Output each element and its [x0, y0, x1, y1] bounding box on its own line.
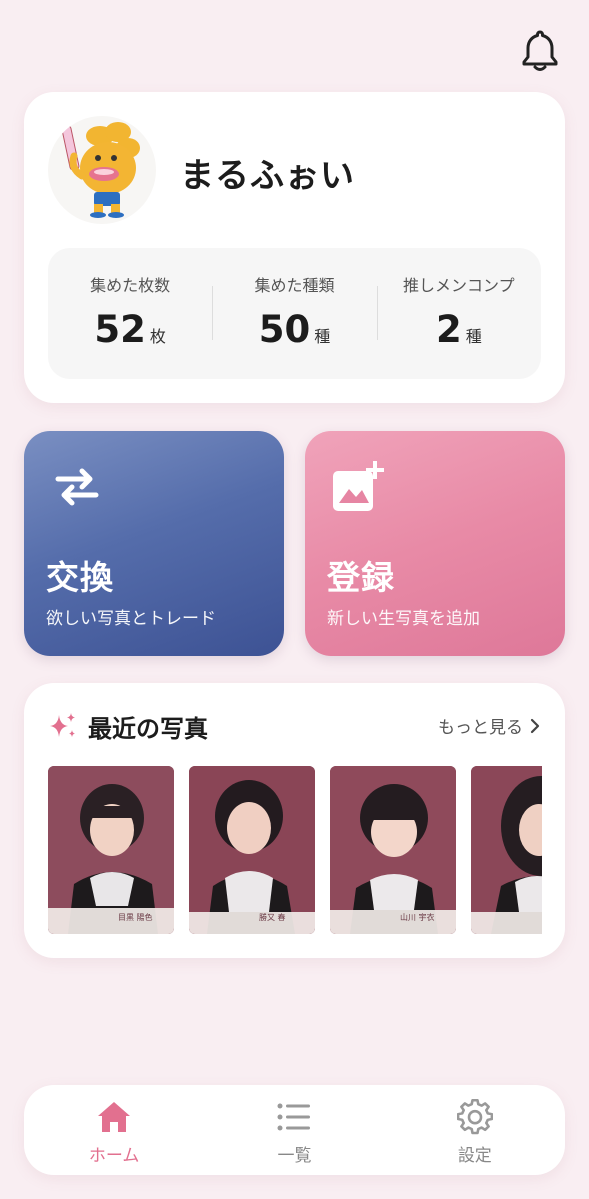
tab-label: ホーム	[88, 1146, 140, 1166]
see-more-label: もっと見る	[438, 718, 523, 738]
recent-header: 最近の写真 もっと見る	[48, 709, 541, 745]
stat-collected-count: 集めた枚数 52 枚	[48, 248, 212, 379]
bell-icon	[522, 30, 558, 71]
recent-photos-strip[interactable]: 目黒 陽色 勝又 春 山川 宇衣	[48, 766, 542, 936]
stat-unit: 種	[314, 327, 331, 346]
register-subtitle: 新しい生写真を追加	[327, 609, 480, 629]
tab-label: 設定	[457, 1146, 492, 1166]
sparkle-icon	[50, 713, 75, 737]
see-more-link[interactable]: もっと見る	[438, 713, 541, 738]
register-button[interactable]: 登録 新しい生写真を追加	[305, 431, 565, 656]
recent-title: 最近の写真	[88, 715, 208, 743]
photo-card[interactable]	[471, 766, 542, 934]
register-title: 登録	[327, 558, 395, 597]
home-icon	[98, 1102, 131, 1132]
list-icon	[277, 1103, 311, 1131]
add-photo-icon	[333, 461, 384, 511]
trade-button[interactable]: 交換 欲しい写真とトレード	[24, 431, 284, 656]
mascot-avatar[interactable]	[48, 116, 156, 224]
trade-subtitle: 欲しい写真とトレード	[46, 609, 216, 629]
chevron-right-icon	[530, 718, 540, 733]
photo-name-tag: 山川 宇衣	[400, 913, 435, 922]
stat-label: 集めた種類	[254, 276, 335, 295]
trade-title: 交換	[46, 558, 114, 597]
stat-label: 推しメンコンプ	[403, 276, 515, 295]
username: まるふぉい	[180, 156, 355, 196]
bottom-tab-bar: ホーム 一覧 設定	[24, 1085, 565, 1175]
tab-list[interactable]: 一覧	[204, 1085, 384, 1175]
stat-unit: 種	[465, 327, 482, 346]
photo-card[interactable]: 山川 宇衣	[330, 766, 456, 934]
stat-oshimen-complete: 推しメンコンプ 2種	[376, 248, 541, 379]
profile-card: まるふぉい 集めた枚数 52 枚 集めた種類 50 種 推しメンコンプ 2種	[24, 92, 565, 403]
photo-name-tag: 勝又 春	[259, 913, 286, 922]
tab-label: 一覧	[277, 1146, 312, 1166]
recent-photos-card: 最近の写真 もっと見る 目黒 陽色 勝又 春 山川 宇衣	[24, 683, 565, 958]
stat-value: 50	[258, 308, 311, 351]
stats-panel: 集めた枚数 52 枚 集めた種類 50 種 推しメンコンプ 2種	[48, 248, 541, 379]
tab-home[interactable]: ホーム	[24, 1085, 204, 1175]
tab-settings[interactable]: 設定	[385, 1085, 565, 1175]
photo-card[interactable]: 勝又 春	[189, 766, 315, 934]
stat-value: 52	[94, 308, 146, 351]
stat-value: 2	[435, 308, 462, 351]
photo-card[interactable]: 目黒 陽色	[48, 766, 174, 934]
photo-name-tag: 目黒 陽色	[118, 913, 153, 922]
stat-unit: 枚	[149, 327, 166, 346]
stat-collected-kinds: 集めた種類 50 種	[212, 248, 376, 379]
swap-arrows-icon	[55, 468, 99, 506]
notification-bell-button[interactable]	[520, 28, 560, 72]
stat-label: 集めた枚数	[90, 276, 171, 295]
gear-icon	[456, 1099, 493, 1135]
